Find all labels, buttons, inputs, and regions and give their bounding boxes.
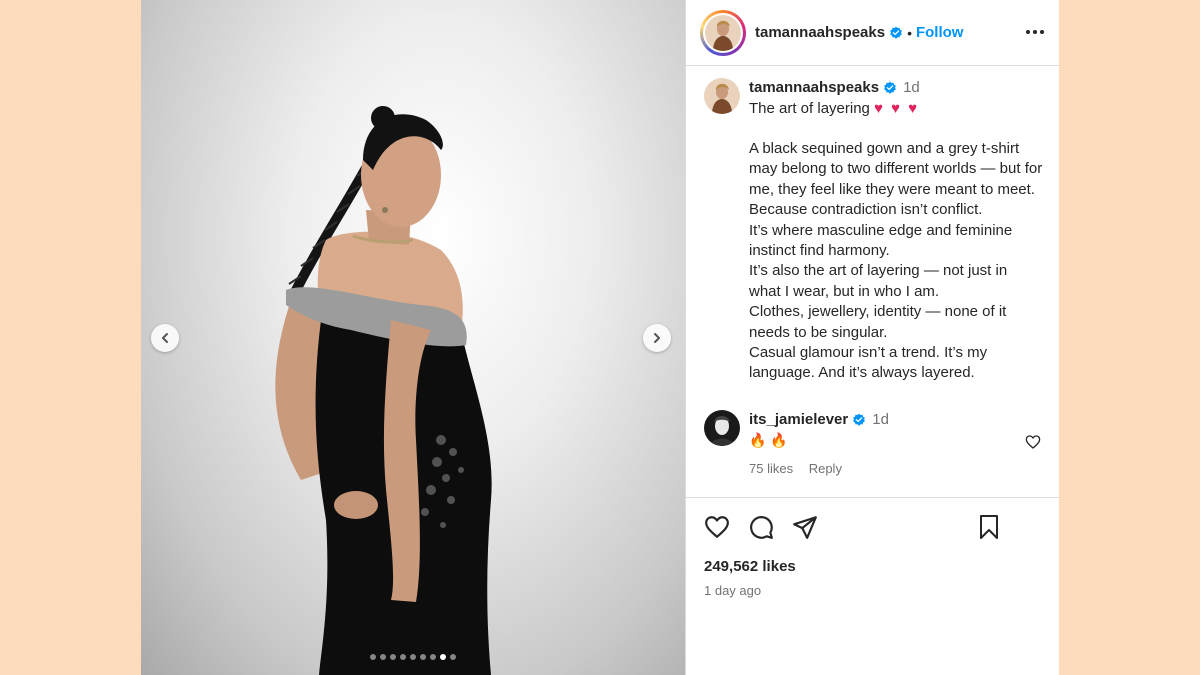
heart-icon (705, 516, 729, 538)
comment-likes-count[interactable]: 75 likes (749, 461, 793, 476)
follow-button[interactable]: Follow (916, 24, 964, 41)
comment-time[interactable]: 1d (872, 411, 889, 428)
caption-body: A black sequined gown and a grey t-shirt… (749, 140, 1043, 382)
comment-text: 🔥 🔥 (749, 431, 788, 448)
carousel-dot (410, 654, 416, 660)
save-button[interactable] (977, 514, 1001, 545)
comment-icon (750, 516, 773, 539)
carousel-indicator (141, 654, 685, 660)
verified-badge-icon (890, 26, 902, 39)
share-button[interactable] (792, 514, 818, 540)
post-photo (275, 106, 492, 675)
more-icon (1026, 30, 1044, 34)
caption-avatar[interactable] (704, 78, 740, 114)
commenter-username[interactable]: its_jamielever (749, 411, 848, 428)
post-side-panel: tamannaahspeaks • Follow tamannaahspeaks… (685, 0, 1059, 675)
caption-entry: tamannaahspeaks 1d The art of layering ♥… (704, 78, 1043, 384)
previous-slide-button[interactable] (151, 324, 179, 352)
like-button[interactable] (704, 514, 730, 540)
caption-headline: The art of layering (749, 100, 870, 117)
author-avatar[interactable] (700, 9, 746, 56)
verified-badge-icon (853, 413, 866, 426)
next-slide-button[interactable] (643, 324, 671, 352)
likes-count[interactable]: 249,562 likes (686, 556, 1059, 575)
post-header: tamannaahspeaks • Follow (686, 0, 1059, 66)
carousel-dot (380, 654, 386, 660)
carousel-dot (390, 654, 396, 660)
carousel-dot (400, 654, 406, 660)
heart-emojis: ♥ ♥ ♥ (874, 100, 920, 117)
caption-username[interactable]: tamannaahspeaks (749, 79, 879, 96)
commenter-avatar[interactable] (704, 409, 740, 446)
bookmark-icon (980, 515, 998, 539)
post-timestamp[interactable]: 1 day ago (686, 575, 1059, 598)
carousel-dot (430, 654, 436, 660)
comment-entry: its_jamielever 1d 🔥 🔥 75 likes Reply (704, 409, 1043, 476)
carousel-dot (440, 654, 446, 660)
avatar-image (705, 14, 741, 51)
chevron-left-icon (162, 333, 168, 343)
post-media (141, 0, 685, 675)
carousel-dot (450, 654, 456, 660)
verified-badge-icon (884, 81, 896, 94)
share-icon (793, 516, 817, 539)
carousel-dot (370, 654, 376, 660)
reply-button[interactable]: Reply (809, 461, 842, 476)
separator-dot: • (907, 24, 912, 41)
comment-like-button[interactable] (1025, 434, 1041, 455)
caption-time[interactable]: 1d (903, 79, 920, 96)
more-options-button[interactable] (1025, 22, 1045, 47)
comment-button[interactable] (748, 514, 774, 540)
carousel-dot (420, 654, 426, 660)
chevron-right-icon (654, 333, 660, 343)
author-username[interactable]: tamannaahspeaks (755, 24, 885, 41)
action-bar (686, 498, 1059, 556)
heart-icon (1025, 435, 1041, 449)
comments-section[interactable]: tamannaahspeaks 1d The art of layering ♥… (686, 66, 1059, 498)
